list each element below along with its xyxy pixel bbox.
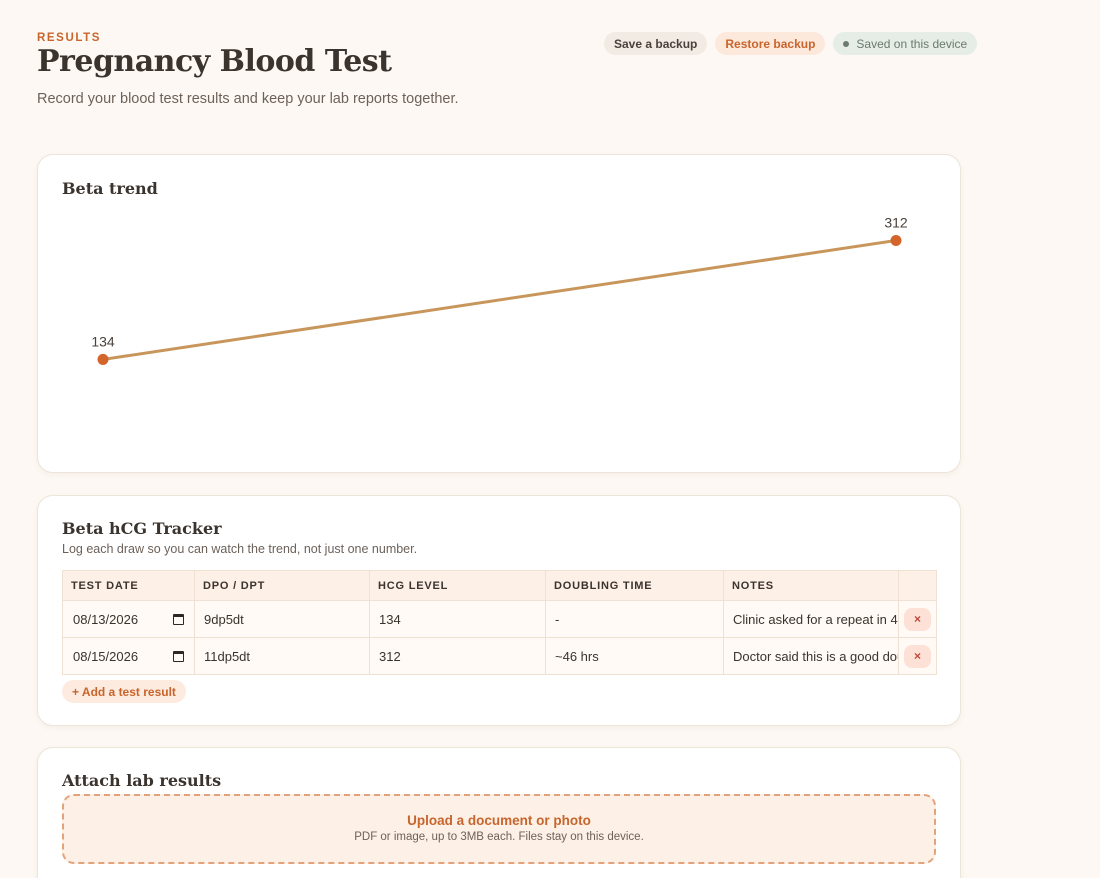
test-date-input[interactable]: 08/15/2026 [62, 637, 195, 675]
column-header-test-date: TEST DATE [62, 570, 195, 601]
calendar-icon[interactable] [173, 613, 184, 625]
saved-status-badge: Saved on this device [833, 32, 978, 55]
beta-trend-card: 134 312 Beta trend [37, 154, 961, 473]
attach-title: Attach lab results [62, 771, 222, 790]
dpo-input[interactable]: 11dp5dt [194, 637, 370, 675]
tracker-subtitle: Log each draw so you can watch the trend… [62, 542, 418, 556]
column-header-actions [898, 570, 937, 601]
beta-trend-title: Beta trend [62, 179, 158, 198]
trend-line [101, 238, 898, 361]
doubling-time-value: - [545, 600, 724, 638]
column-header-notes: NOTES [723, 570, 899, 601]
calendar-icon[interactable] [173, 650, 184, 662]
data-point [97, 353, 109, 365]
add-test-result-button[interactable]: + Add a test result [62, 680, 186, 703]
doubling-time-value: ~46 hrs [545, 637, 724, 675]
page-title: Pregnancy Blood Test [37, 44, 392, 79]
column-header-hcg-level: HCG LEVEL [369, 570, 546, 601]
table-row: 08/13/2026 9dp5dt 134 - Clinic asked for… [62, 600, 937, 638]
test-date-input[interactable]: 08/13/2026 [62, 600, 195, 638]
notes-input[interactable]: Doctor said this is a good doubling [723, 637, 899, 675]
data-label: 134 [91, 333, 115, 349]
eyebrow-label: RESULTS [37, 32, 102, 44]
test-date-value: 08/15/2026 [73, 648, 139, 664]
table-header-row: TEST DATE DPO / DPT HCG LEVEL DOUBLING T… [62, 570, 937, 601]
upload-dropzone[interactable]: Upload a document or photo PDF or image,… [62, 794, 936, 864]
hcg-tracker-card: Beta hCG Tracker Log each draw so you ca… [37, 495, 961, 726]
test-date-value: 08/13/2026 [73, 611, 139, 627]
hcg-table: TEST DATE DPO / DPT HCG LEVEL DOUBLING T… [62, 570, 937, 675]
data-label: 312 [884, 214, 908, 230]
tracker-title: Beta hCG Tracker [62, 519, 222, 538]
hcg-level-input[interactable]: 134 [369, 600, 546, 638]
delete-row-button[interactable]: × [904, 644, 931, 668]
delete-cell: × [898, 637, 937, 675]
hcg-level-input[interactable]: 312 [369, 637, 546, 675]
saved-status-text: Saved on this device [856, 36, 968, 51]
save-backup-button[interactable]: Save a backup [604, 32, 708, 55]
upload-subtitle: PDF or image, up to 3MB each. Files stay… [354, 831, 644, 843]
restore-backup-button[interactable]: Restore backup [715, 32, 826, 55]
status-dot-icon [843, 40, 850, 47]
column-header-dpo: DPO / DPT [194, 570, 370, 601]
table-row: 08/15/2026 11dp5dt 312 ~46 hrs Doctor sa… [62, 637, 937, 675]
top-actions: Save a backup Restore backup Saved on th… [604, 32, 978, 55]
delete-cell: × [898, 600, 937, 638]
delete-row-button[interactable]: × [904, 607, 931, 631]
dpo-input[interactable]: 9dp5dt [194, 600, 370, 638]
column-header-doubling-time: DOUBLING TIME [545, 570, 724, 601]
data-point [890, 234, 902, 246]
upload-title: Upload a document or photo [407, 813, 591, 828]
attach-lab-results-card: Attach lab results Upload a document or … [37, 747, 961, 878]
page-subtitle: Record your blood test results and keep … [37, 91, 459, 107]
notes-input[interactable]: Clinic asked for a repeat in 48 hours [723, 600, 899, 638]
beta-trend-chart: 134 312 [91, 214, 908, 365]
